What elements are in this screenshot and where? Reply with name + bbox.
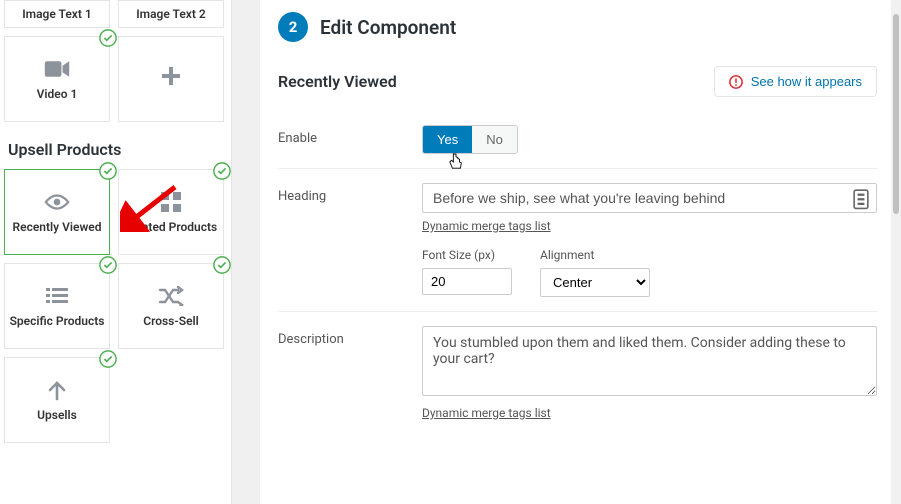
warning-icon bbox=[729, 75, 743, 89]
check-icon bbox=[99, 162, 117, 180]
heading-input[interactable] bbox=[422, 183, 877, 213]
grid-icon bbox=[157, 190, 185, 214]
font-size-input[interactable] bbox=[422, 268, 512, 295]
tile-label: Image Text 1 bbox=[22, 7, 92, 21]
column-gutter bbox=[232, 0, 260, 504]
scrollbar-track[interactable] bbox=[891, 0, 901, 504]
edit-component-panel: 2 Edit Component Recently Viewed See how… bbox=[260, 0, 901, 504]
heading-label: Heading bbox=[278, 169, 418, 312]
see-how-it-appears-button[interactable]: See how it appears bbox=[714, 66, 877, 97]
tile-specific-products[interactable]: Specific Products bbox=[4, 263, 110, 349]
tile-video-1[interactable]: Video 1 bbox=[4, 36, 110, 122]
dynamic-merge-tags-link[interactable]: Dynamic merge tags list bbox=[422, 219, 551, 233]
alignment-label: Alignment bbox=[540, 248, 650, 262]
tile-upsells[interactable]: Upsells bbox=[4, 357, 110, 443]
tile-cross-sell[interactable]: Cross-Sell bbox=[118, 263, 224, 349]
step-title: Edit Component bbox=[320, 16, 456, 39]
merge-tag-picker-icon[interactable] bbox=[853, 189, 869, 207]
tile-label: Upsells bbox=[37, 408, 77, 422]
check-icon bbox=[99, 29, 117, 47]
enable-label: Enable bbox=[278, 111, 418, 169]
tile-label: Specific Products bbox=[10, 314, 105, 328]
arrow-up-icon bbox=[43, 378, 71, 402]
enable-yes-button[interactable]: Yes bbox=[423, 126, 472, 153]
tile-image-text-1[interactable]: Image Text 1 bbox=[4, 0, 110, 28]
tile-add-component[interactable] bbox=[118, 36, 224, 122]
eye-icon bbox=[43, 190, 71, 214]
description-label: Description bbox=[278, 312, 418, 436]
description-textarea[interactable] bbox=[422, 326, 877, 396]
tile-label: Image Text 2 bbox=[136, 7, 206, 21]
cursor-pointer-icon bbox=[448, 152, 464, 172]
font-size-label: Font Size (px) bbox=[422, 248, 512, 262]
enable-no-button[interactable]: No bbox=[472, 126, 517, 153]
shuffle-icon bbox=[157, 284, 185, 308]
enable-toggle: Yes No bbox=[422, 125, 518, 154]
scrollbar-thumb[interactable] bbox=[893, 14, 899, 214]
component-palette-sidebar: Image Text 1 Image Text 2 Video 1 Upsell… bbox=[0, 0, 232, 504]
check-icon bbox=[99, 256, 117, 274]
tile-label: Recently Viewed bbox=[12, 220, 101, 234]
check-icon bbox=[213, 162, 231, 180]
alignment-select[interactable]: Center bbox=[540, 268, 650, 297]
plus-icon bbox=[157, 64, 185, 88]
tile-label: Cross-Sell bbox=[143, 314, 199, 328]
step-header: 2 Edit Component bbox=[278, 12, 877, 42]
step-number-badge: 2 bbox=[278, 12, 308, 42]
check-icon bbox=[99, 350, 117, 368]
component-section-name: Recently Viewed bbox=[278, 72, 397, 91]
check-icon bbox=[213, 256, 231, 274]
sidebar-section-heading: Upsell Products bbox=[8, 140, 227, 159]
video-icon bbox=[43, 57, 71, 81]
tile-label: Related Products bbox=[125, 220, 217, 234]
dynamic-merge-tags-link[interactable]: Dynamic merge tags list bbox=[422, 406, 551, 420]
tile-recently-viewed[interactable]: Recently Viewed bbox=[4, 169, 110, 255]
see-how-it-appears-label: See how it appears bbox=[751, 74, 862, 89]
list-icon bbox=[43, 284, 71, 308]
tile-label: Video 1 bbox=[37, 87, 78, 101]
tile-related-products[interactable]: Related Products bbox=[118, 169, 224, 255]
tile-image-text-2[interactable]: Image Text 2 bbox=[118, 0, 224, 28]
